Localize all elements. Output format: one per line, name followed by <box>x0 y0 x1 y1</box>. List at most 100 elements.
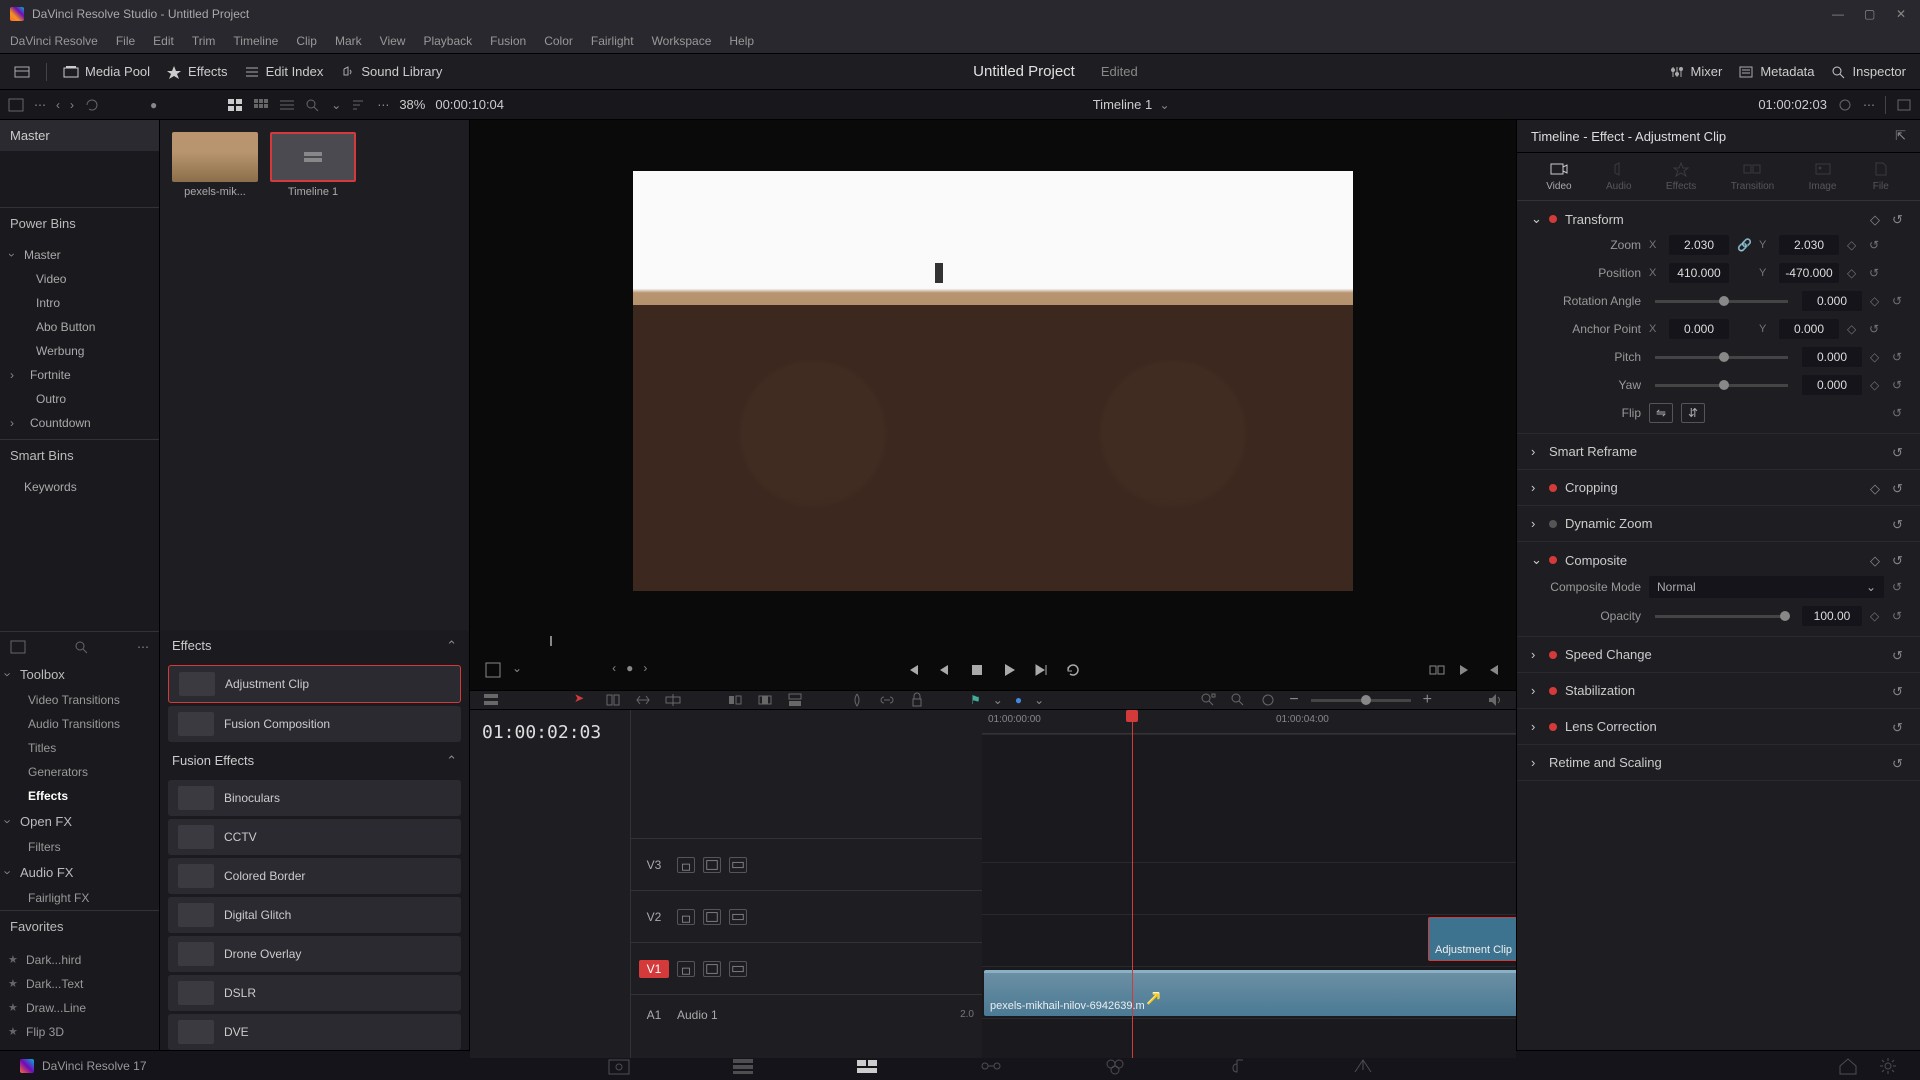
keyframe-icon[interactable]: ◇ <box>1847 322 1861 336</box>
flip-h-button[interactable]: ⇋ <box>1649 403 1673 423</box>
enable-dot-icon[interactable] <box>1549 484 1557 492</box>
effect-cctv[interactable]: CCTV <box>168 819 461 855</box>
toolbox-generators[interactable]: Generators <box>0 760 159 784</box>
fav-item[interactable]: Flip 3D <box>0 1020 159 1044</box>
menu-file[interactable]: File <box>116 34 135 48</box>
toolbox-filters[interactable]: Filters <box>0 835 159 859</box>
bin-keywords[interactable]: Keywords <box>0 475 159 499</box>
speed-change-header[interactable]: › Speed Change ↺ <box>1531 643 1906 666</box>
match-prev-icon[interactable]: ‹ <box>612 661 616 679</box>
effect-dve[interactable]: DVE <box>168 1014 461 1050</box>
effect-drone-overlay[interactable]: Drone Overlay <box>168 936 461 972</box>
go-start-icon[interactable] <box>1484 661 1502 679</box>
favorites-header[interactable]: Favorites <box>0 910 159 942</box>
enable-dot-icon[interactable] <box>1549 520 1557 528</box>
keyframe-icon[interactable]: ◇ <box>1870 212 1884 226</box>
audiofx-header[interactable]: Audio FX <box>0 859 159 886</box>
minimize-button[interactable]: — <box>1832 7 1846 21</box>
track-auto-icon[interactable] <box>703 909 721 925</box>
track-lock-icon[interactable] <box>677 909 695 925</box>
expand-icon[interactable] <box>1896 98 1912 112</box>
bin-intro[interactable]: Intro <box>0 291 159 315</box>
refresh-icon[interactable] <box>84 98 100 112</box>
search-icon[interactable] <box>305 98 321 112</box>
media-thumb-timeline[interactable]: Timeline 1 <box>270 132 356 198</box>
track-a1-header[interactable]: A1 Audio 1 2.0 <box>631 994 982 1034</box>
cut-page-tab[interactable] <box>731 1056 755 1076</box>
marker-icon[interactable]: ● <box>1015 693 1022 707</box>
bin-werbung[interactable]: Werbung <box>0 339 159 363</box>
nav-fwd-icon[interactable]: › <box>70 98 74 112</box>
effects-button[interactable]: Effects <box>166 64 228 79</box>
enable-dot-icon[interactable] <box>1549 215 1557 223</box>
close-button[interactable]: ✕ <box>1896 7 1910 21</box>
bin-video[interactable]: Video <box>0 267 159 291</box>
flag-icon[interactable]: ⚑ <box>970 693 981 707</box>
track-disable-icon[interactable] <box>729 961 747 977</box>
viewer-mode-dropdown[interactable]: ⌄ <box>512 661 522 679</box>
reset-icon[interactable]: ↺ <box>1892 212 1906 226</box>
composite-header[interactable]: ⌄ Composite ◇↺ <box>1531 548 1906 572</box>
menu-playback[interactable]: Playback <box>423 34 472 48</box>
composite-mode-select[interactable]: Normal ⌄ <box>1649 576 1884 598</box>
track-lock-icon[interactable] <box>677 857 695 873</box>
inspector-tab-file[interactable]: File <box>1871 161 1891 192</box>
track-lock-icon[interactable] <box>677 961 695 977</box>
bin-outro[interactable]: Outro <box>0 387 159 411</box>
sound-library-button[interactable]: Sound Library <box>339 64 442 79</box>
sort-icon[interactable] <box>351 98 367 112</box>
track-lane-a1[interactable] <box>982 1018 1516 1058</box>
track-v1-header[interactable]: V1 <box>631 942 982 994</box>
yaw-input[interactable]: 0.000 <box>1802 375 1862 395</box>
dynamic-zoom-header[interactable]: › Dynamic Zoom ↺ <box>1531 512 1906 535</box>
bypass-icon[interactable] <box>1837 98 1853 112</box>
match-icon[interactable] <box>1428 661 1446 679</box>
fav-item[interactable]: Dark...hird <box>0 948 159 972</box>
bin-countdown[interactable]: Countdown <box>0 411 159 435</box>
zoom-y-input[interactable]: 2.030 <box>1779 235 1839 255</box>
toolbox-header[interactable]: Toolbox <box>0 661 159 688</box>
menu-fusion[interactable]: Fusion <box>490 34 526 48</box>
menu-help[interactable]: Help <box>729 34 754 48</box>
reset-icon[interactable]: ↺ <box>1892 720 1906 734</box>
clip-video[interactable]: pexels-mikhail-nilov-6942639.m <box>984 970 1516 1016</box>
toolbox-titles[interactable]: Titles <box>0 736 159 760</box>
marker-dropdown-icon[interactable]: ⌄ <box>1034 693 1044 707</box>
reset-icon[interactable]: ↺ <box>1869 266 1883 280</box>
menu-davinci[interactable]: DaVinci Resolve <box>10 34 98 48</box>
timeline-canvas[interactable]: 01:00:00:00 01:00:04:00 01:00:08:00 Adju… <box>982 710 1516 1058</box>
play-button[interactable] <box>1000 661 1018 679</box>
bin-view-icon[interactable] <box>8 98 24 112</box>
transform-section-header[interactable]: ⌄ Transform ◇ ↺ <box>1531 207 1906 231</box>
cropping-header[interactable]: › Cropping ◇↺ <box>1531 476 1906 499</box>
effect-colored-border[interactable]: Colored Border <box>168 858 461 894</box>
enable-dot-icon[interactable] <box>1549 556 1557 564</box>
trim-tool-icon[interactable] <box>604 691 622 709</box>
collapse-icon[interactable]: ⌃ <box>446 638 457 654</box>
reset-icon[interactable]: ↺ <box>1892 481 1906 495</box>
grid-view-icon[interactable] <box>253 98 269 112</box>
razor-icon[interactable] <box>848 691 866 709</box>
menu-clip[interactable]: Clip <box>296 34 317 48</box>
inspector-tab-image[interactable]: Image <box>1809 161 1837 192</box>
reset-icon[interactable]: ↺ <box>1892 517 1906 531</box>
fairlight-page-tab[interactable] <box>1227 1056 1251 1076</box>
keyframe-icon[interactable]: ◇ <box>1870 294 1884 308</box>
replace-icon[interactable] <box>786 691 804 709</box>
effect-adjustment-clip[interactable]: Adjustment Clip <box>168 665 461 703</box>
reset-icon[interactable]: ↺ <box>1892 294 1906 308</box>
reset-icon[interactable]: ↺ <box>1892 378 1906 392</box>
menu-mark[interactable]: Mark <box>335 34 362 48</box>
rotation-input[interactable]: 0.000 <box>1802 291 1862 311</box>
loop-button[interactable] <box>1064 661 1082 679</box>
timeline-name[interactable]: Timeline 1 <box>1093 97 1152 112</box>
effect-binoculars[interactable]: Binoculars <box>168 780 461 816</box>
flag-dropdown-icon[interactable]: ⌄ <box>993 693 1003 707</box>
viewer-more-icon[interactable]: ⋯ <box>1863 98 1875 112</box>
keyframe-icon[interactable]: ◇ <box>1870 350 1884 364</box>
track-lane-v2[interactable]: Adjustment Clip ◆ ◆ <box>982 914 1516 966</box>
chevron-down-icon[interactable]: ⌄ <box>331 98 341 112</box>
toolbox-fairlightfx[interactable]: Fairlight FX <box>0 886 159 910</box>
effects-section-header[interactable]: Effects <box>172 638 212 654</box>
master-header[interactable]: Master <box>0 120 159 151</box>
